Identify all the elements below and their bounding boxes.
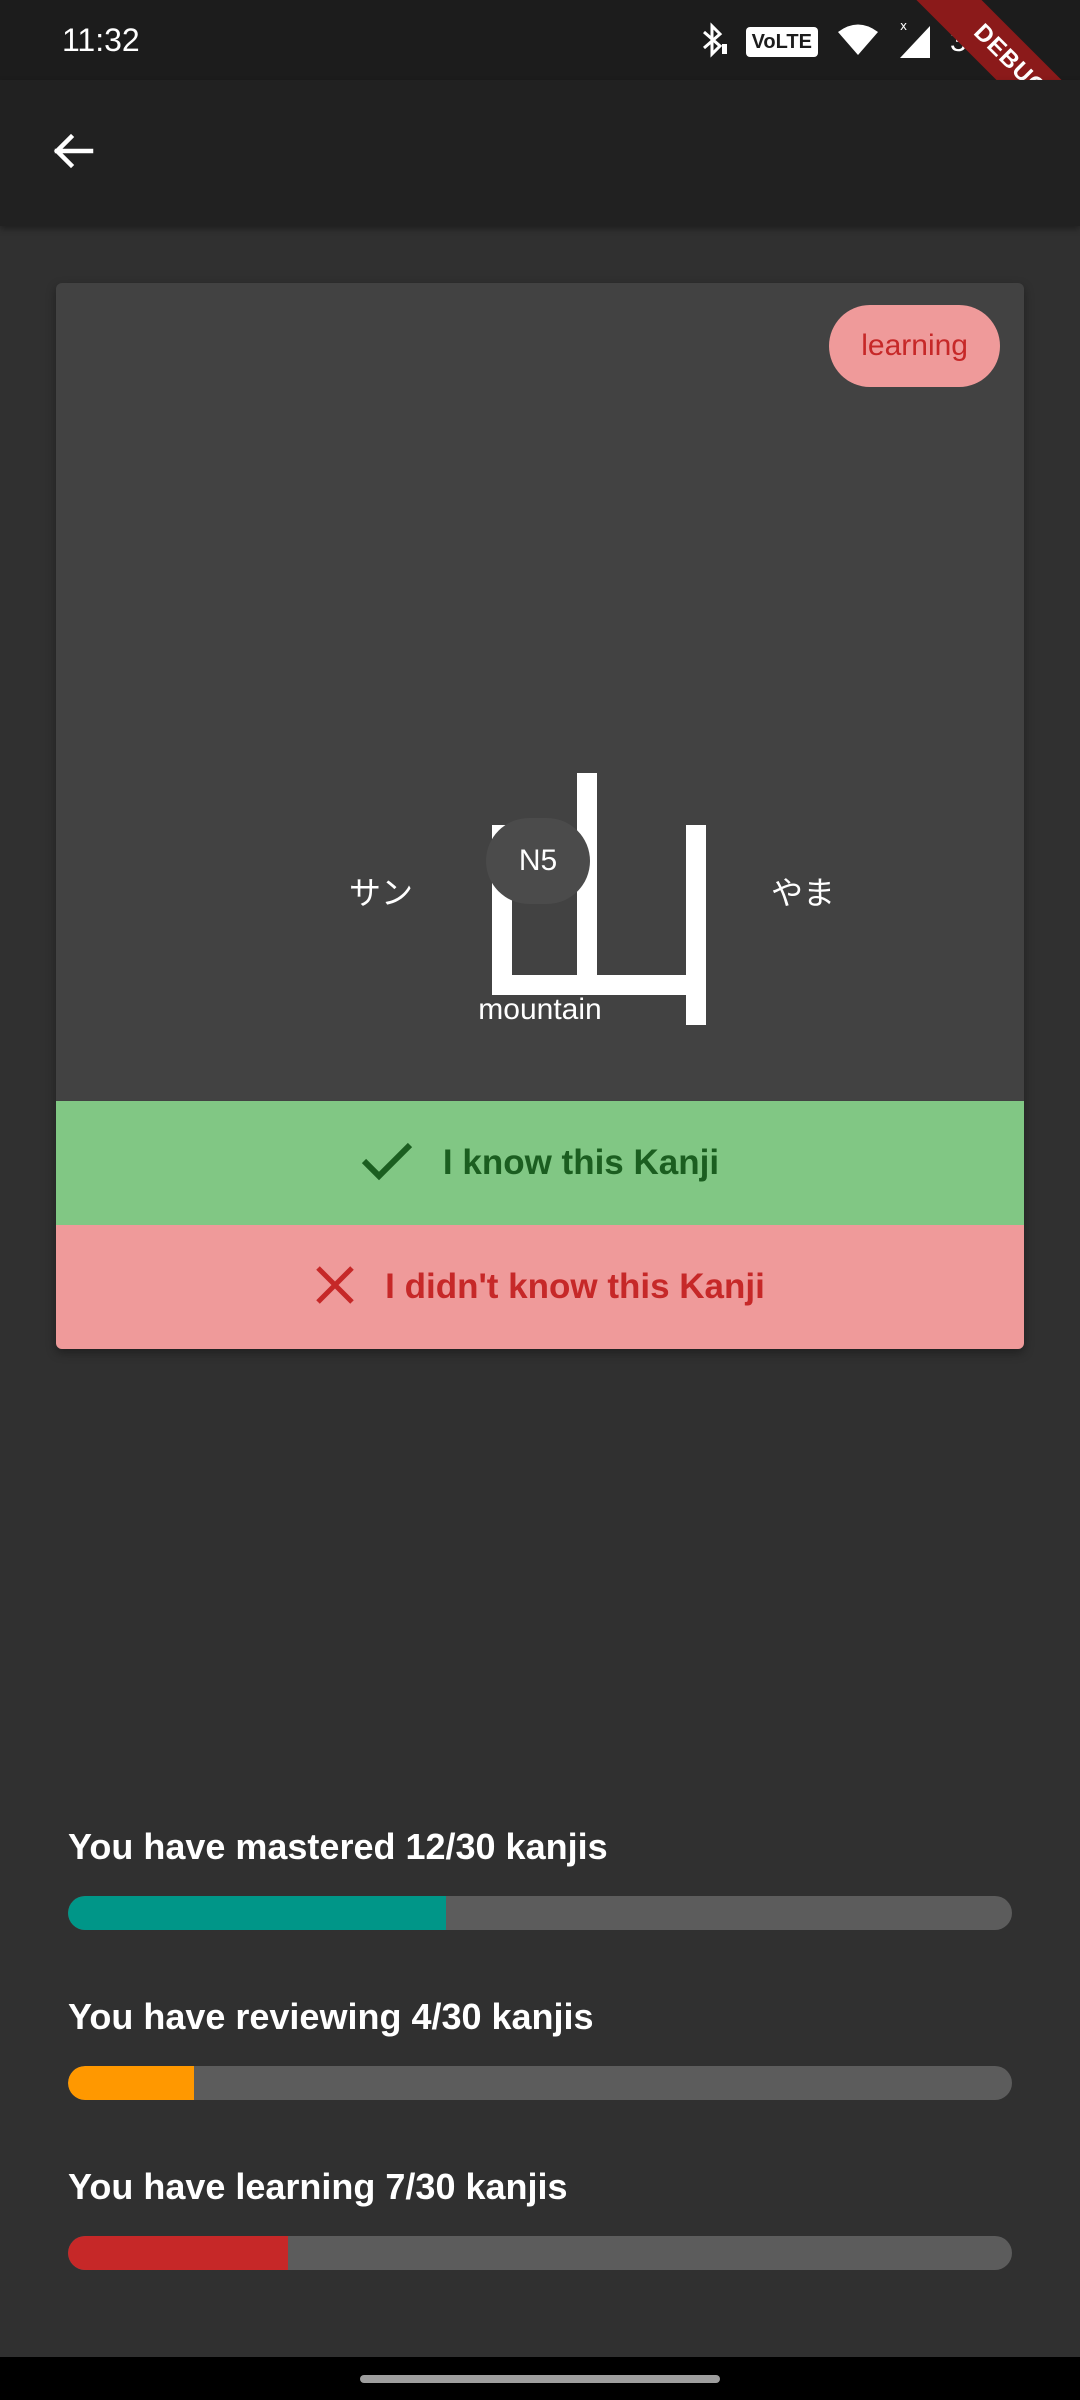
know-kanji-button[interactable]: I know this Kanji	[56, 1101, 1024, 1225]
reviewing-progress-track	[68, 2066, 1012, 2100]
navigation-bar	[0, 2357, 1080, 2400]
kanji-meaning: mountain	[478, 993, 602, 1026]
dont-know-kanji-label: I didn't know this Kanji	[385, 1267, 765, 1306]
home-indicator[interactable]	[360, 2375, 720, 2383]
status-bar: 11:32 VoLTE x 38% DEBUG	[0, 0, 1080, 177]
mastered-progress-track	[68, 1896, 1012, 1930]
kunyomi-reading: やま	[770, 875, 835, 911]
reviewing-progress-fill	[68, 2066, 194, 2100]
close-icon	[315, 1265, 355, 1310]
learning-status-chip: learning	[829, 305, 1000, 387]
learning-progress: You have learning 7/30 kanjis	[68, 2162, 1012, 2270]
check-icon	[361, 1141, 413, 1186]
learning-progress-label: You have learning 7/30 kanjis	[68, 2166, 568, 2207]
reviewing-progress: You have reviewing 4/30 kanjis	[68, 1992, 1012, 2100]
learning-progress-fill	[68, 2236, 289, 2270]
volte-badge: VoLTE	[745, 27, 818, 57]
reviewing-progress-label: You have reviewing 4/30 kanjis	[68, 1996, 594, 2037]
svg-text:x: x	[900, 20, 907, 33]
onyomi-reading: サン	[348, 875, 413, 911]
arrow-left-icon	[49, 127, 97, 180]
dont-know-kanji-button[interactable]: I didn't know this Kanji	[56, 1225, 1024, 1349]
back-button[interactable]	[36, 116, 110, 190]
kanji-text: 山	[480, 773, 481, 774]
kanji-card: learning サン 山 やま N5 mountain I know this…	[56, 283, 1024, 1349]
mastered-progress-label: You have mastered 12/30 kanjis	[68, 1826, 608, 1867]
status-time: 11:32	[62, 22, 140, 58]
app-bar	[0, 80, 1080, 226]
screen: 11:32 VoLTE x 38% DEBUG	[0, 0, 1080, 2400]
bluetooth-icon	[698, 21, 728, 63]
mastered-progress-fill	[68, 1896, 446, 1930]
learning-progress-track	[68, 2236, 1012, 2270]
mastered-progress: You have mastered 12/30 kanjis	[68, 1822, 1012, 1930]
wifi-icon	[836, 23, 880, 62]
signal-icon: x	[898, 19, 932, 65]
know-kanji-label: I know this Kanji	[442, 1143, 720, 1182]
jlpt-level-chip: N5	[486, 818, 590, 904]
